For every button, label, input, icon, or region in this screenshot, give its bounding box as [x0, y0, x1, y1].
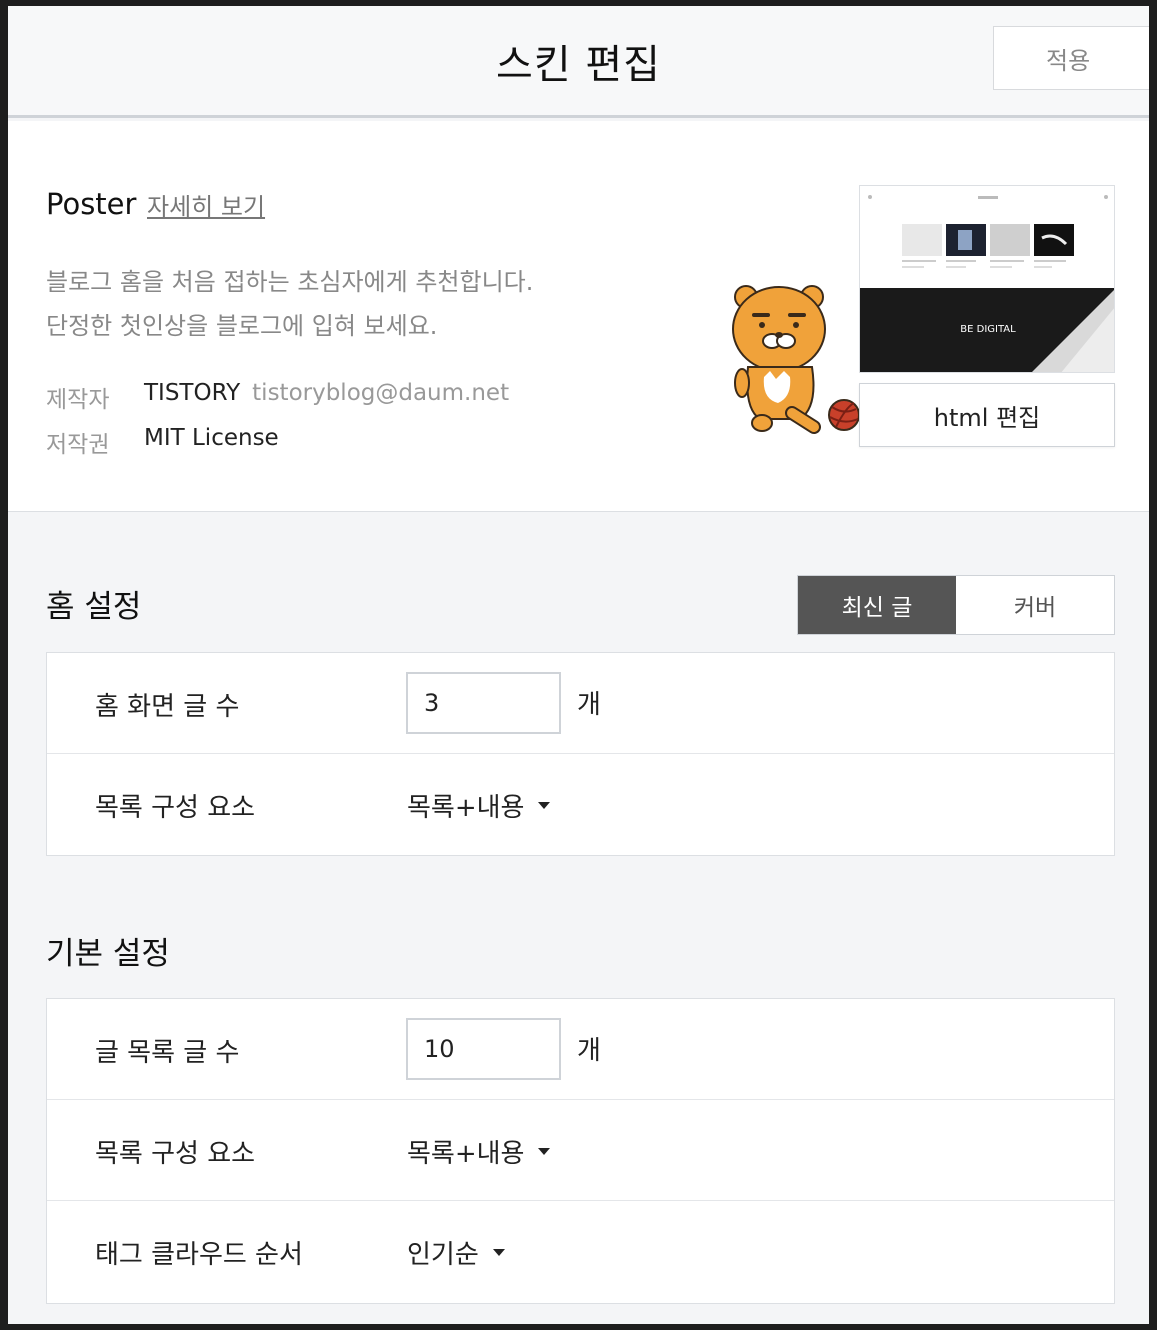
- basic-list-component-dropdown[interactable]: 목록+내용: [407, 1133, 551, 1170]
- home-post-count-unit: 개: [577, 690, 601, 720]
- basic-post-count-unit: 개: [577, 1036, 601, 1066]
- skin-edit-window: 스킨 편집 적용 Poster 자세히 보기 블로그 홈을 처음 접하는 초심자…: [8, 6, 1149, 1324]
- html-edit-button[interactable]: html 편집: [859, 383, 1115, 447]
- basic-list-component-value: 목록+내용: [407, 1139, 525, 1169]
- home-list-component-dropdown[interactable]: 목록+내용: [407, 787, 551, 824]
- skin-thumbnail-image: BE DIGITAL: [860, 186, 1114, 372]
- tag-cloud-order-label: 태그 클라우드 순서: [95, 1240, 303, 1270]
- home-list-component-value: 목록+내용: [407, 793, 525, 823]
- detail-link[interactable]: 자세히 보기: [147, 187, 265, 222]
- skin-description-line2: 단정한 첫인상을 블로그에 입혀 보세요.: [46, 312, 438, 340]
- skin-name: Poster: [46, 187, 137, 221]
- caret-down-icon: [492, 1249, 505, 1256]
- home-settings-panel: 홈 화면 글 수 개 목록 구성 요소 목록+내용: [46, 652, 1115, 856]
- home-list-component-label: 목록 구성 요소: [95, 793, 256, 823]
- toggle-cover[interactable]: 커버: [956, 576, 1114, 634]
- tag-cloud-order-row: 태그 클라우드 순서 인기순: [47, 1201, 1114, 1302]
- basic-list-component-label: 목록 구성 요소: [95, 1139, 256, 1169]
- basic-post-count-input[interactable]: [406, 1018, 561, 1080]
- basic-settings-title: 기본 설정: [46, 936, 170, 972]
- home-list-component-row: 목록 구성 요소 목록+내용: [47, 754, 1114, 855]
- basic-settings-panel: 글 목록 글 수 개 목록 구성 요소 목록+내용 태그 클라우드 순서 인기순: [46, 998, 1115, 1304]
- home-type-toggle: 최신 글 커버: [797, 575, 1115, 635]
- home-post-count-row: 홈 화면 글 수 개: [47, 653, 1114, 754]
- header: 스킨 편집 적용: [8, 6, 1149, 118]
- page-title: 스킨 편집: [496, 42, 661, 88]
- tag-cloud-order-dropdown[interactable]: 인기순: [407, 1234, 505, 1271]
- thumbnail-caption: BE DIGITAL: [960, 324, 1016, 335]
- home-settings-title: 홈 설정: [46, 589, 142, 625]
- skin-description-line1: 블로그 홈을 처음 접하는 초심자에게 추천합니다.: [46, 268, 534, 296]
- ryan-character-illustration: [732, 285, 860, 434]
- caret-down-icon: [538, 1148, 551, 1155]
- author-label: 제작자: [46, 387, 110, 413]
- basic-post-count-label: 글 목록 글 수: [95, 1038, 240, 1068]
- skin-thumbnail: BE DIGITAL: [859, 185, 1115, 373]
- home-post-count-label: 홈 화면 글 수: [95, 692, 240, 722]
- caret-down-icon: [538, 802, 551, 809]
- toggle-latest-posts[interactable]: 최신 글: [798, 576, 956, 634]
- basic-post-count-row: 글 목록 글 수 개: [47, 999, 1114, 1100]
- author-value: TISTORY tistoryblog@daum.net: [144, 380, 509, 406]
- basic-list-component-row: 목록 구성 요소 목록+내용: [47, 1100, 1114, 1201]
- author-name: TISTORY: [144, 380, 241, 406]
- license-value: MIT License: [144, 425, 279, 451]
- tag-cloud-order-value: 인기순: [407, 1240, 479, 1270]
- license-label: 저작권: [46, 432, 110, 458]
- author-email: tistoryblog@daum.net: [252, 380, 510, 406]
- skin-info-section: Poster 자세히 보기 블로그 홈을 처음 접하는 초심자에게 추천합니다.…: [8, 121, 1149, 512]
- apply-button[interactable]: 적용: [993, 26, 1149, 90]
- home-post-count-input[interactable]: [406, 672, 561, 734]
